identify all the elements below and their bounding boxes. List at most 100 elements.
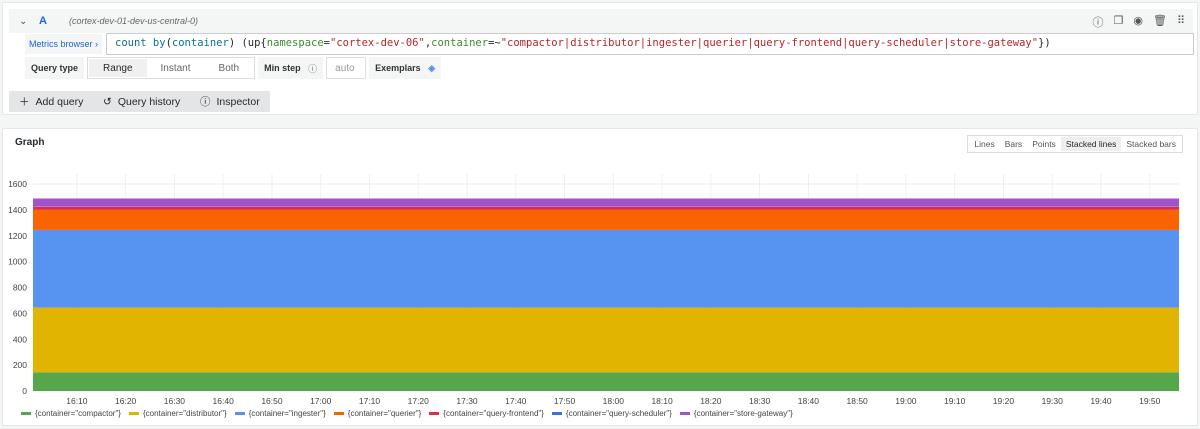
- x-tick-label: 17:30: [456, 396, 478, 406]
- chevron-down-icon[interactable]: ⌄: [19, 16, 31, 27]
- expr-fn: count by: [115, 37, 166, 49]
- legend-swatch: [128, 412, 139, 415]
- y-tick-label: 1000: [8, 257, 27, 267]
- legend-swatch: [551, 412, 562, 415]
- x-tick-label: 18:00: [603, 396, 625, 406]
- expr-paren: ): [228, 37, 236, 49]
- query-input[interactable]: count by(container) (up{namespace="corte…: [106, 33, 1194, 55]
- query-type-both[interactable]: Both: [205, 59, 254, 77]
- legend-item[interactable]: {container="ingester"}: [234, 409, 326, 418]
- legend-swatch: [21, 412, 31, 415]
- x-tick-label: 17:10: [359, 396, 381, 406]
- x-tick-label: 18:50: [847, 396, 869, 406]
- eye-icon[interactable]: ◈: [428, 63, 435, 74]
- legend-label: {container="distributor"}: [142, 409, 227, 418]
- legend-label: {container="query-frontend"}: [443, 409, 544, 418]
- legend-item[interactable]: {container="store-gateway"}: [679, 409, 793, 418]
- duplicate-icon[interactable]: ❐: [1113, 14, 1123, 30]
- legend-label: {container="compactor"}: [35, 409, 121, 418]
- y-tick-label: 1400: [8, 205, 27, 215]
- x-tick-label: 16:20: [115, 396, 137, 406]
- x-tick-label: 16:40: [213, 396, 235, 406]
- query-history-label: Query history: [117, 95, 181, 108]
- expr-label: namespace: [266, 37, 324, 49]
- expr-value: "compactor|distributor|ingester|querier|…: [500, 37, 1039, 49]
- expr-end: }): [1038, 37, 1051, 49]
- area-containerdistributor: [33, 307, 1179, 373]
- trash-icon[interactable]: 🗑: [1153, 14, 1167, 30]
- min-step-input[interactable]: auto: [326, 57, 367, 79]
- datasource-name: (cortex-dev-01-dev-us-central-0): [68, 16, 198, 26]
- area-containerquery-frontend: [33, 206, 1179, 210]
- query-name[interactable]: A: [39, 15, 47, 27]
- graph-panel: Graph Lines Bars Points Stacked lines St…: [2, 128, 1198, 426]
- legend-swatch: [234, 412, 245, 415]
- x-tick-label: 16:50: [261, 396, 283, 406]
- query-type-instant[interactable]: Instant: [147, 59, 205, 77]
- y-tick-label: 800: [13, 283, 27, 293]
- x-tick-label: 18:30: [749, 396, 771, 406]
- y-tick-label: 200: [13, 360, 27, 370]
- legend-label: {container="ingester"}: [248, 409, 326, 418]
- x-tick-label: 17:20: [408, 396, 430, 406]
- legend-item[interactable]: {container="query-frontend"}: [429, 409, 544, 418]
- query-type-selector: Range Instant Both: [87, 57, 256, 79]
- x-tick-label: 19:20: [993, 396, 1015, 406]
- y-tick-label: 1200: [8, 231, 27, 241]
- area-containercompactor: [33, 372, 1179, 391]
- legend-label: {container="query-scheduler"}: [565, 409, 672, 418]
- area-containerquery-scheduler: [33, 206, 1179, 207]
- x-tick-label: 17:00: [310, 396, 332, 406]
- query-history-button[interactable]: ↺ Query history: [93, 91, 191, 112]
- legend-item[interactable]: {container="distributor"}: [128, 409, 227, 418]
- expr-metric: (up{: [241, 37, 267, 49]
- x-tick-label: 19:40: [1090, 396, 1112, 406]
- info-icon[interactable]: ⓘ: [308, 62, 317, 75]
- legend-label: {container="store-gateway"}: [693, 409, 793, 418]
- y-tick-label: 1600: [8, 179, 27, 189]
- query-type-range[interactable]: Range: [89, 59, 147, 77]
- x-tick-label: 16:30: [164, 396, 186, 406]
- y-tick-label: 0: [22, 386, 27, 396]
- add-query-label: Add query: [35, 95, 84, 108]
- inspector-button[interactable]: ⓘ Inspector: [190, 91, 270, 112]
- metrics-browser-button[interactable]: Metrics browser ›: [25, 34, 102, 54]
- query-editor: ⌄ A (cortex-dev-01-dev-us-central-0) ⓘ ❐…: [2, 2, 1198, 115]
- inspector-label: Inspector: [216, 95, 260, 108]
- area-containeringester: [33, 229, 1179, 308]
- area-containerquerier: [33, 209, 1179, 230]
- x-tick-label: 18:10: [651, 396, 673, 406]
- expr-label: container: [431, 37, 489, 49]
- x-tick-label: 19:00: [895, 396, 917, 406]
- legend-item[interactable]: {container="query-scheduler"}: [551, 409, 672, 418]
- eye-icon[interactable]: ◉: [1133, 14, 1143, 30]
- min-step-text: Min step: [264, 63, 301, 73]
- x-tick-label: 16:10: [66, 396, 88, 406]
- expr-op: =~: [488, 37, 501, 49]
- legend-item[interactable]: {container="compactor"}: [21, 409, 121, 418]
- y-tick-label: 400: [13, 334, 27, 344]
- legend-item[interactable]: {container="querier"}: [333, 409, 421, 418]
- expr-arg: container: [171, 37, 229, 49]
- area-containerstore-gateway: [33, 198, 1179, 207]
- x-tick-label: 17:40: [505, 396, 527, 406]
- info-icon: ⓘ: [200, 96, 211, 108]
- x-tick-label: 19:50: [1139, 396, 1161, 406]
- legend-swatch: [333, 412, 344, 415]
- plus-icon: ＋: [19, 96, 30, 108]
- add-query-button[interactable]: ＋ Add query: [9, 91, 94, 112]
- x-tick-label: 19:30: [1042, 396, 1064, 406]
- y-tick-label: 600: [13, 308, 27, 318]
- x-tick-label: 18:20: [700, 396, 722, 406]
- x-tick-label: 18:40: [798, 396, 820, 406]
- drag-handle-icon[interactable]: ⠿: [1177, 14, 1185, 30]
- min-step-label: Min step ⓘ: [258, 57, 324, 79]
- exemplars-toggle[interactable]: Exemplars ◈: [369, 57, 442, 79]
- stacked-area-chart[interactable]: 0 200 400 600 800 1000 1200 1400 1600 16:10 16:20 1…: [3, 129, 1199, 409]
- expr-value: "cortex-dev-06": [330, 37, 425, 49]
- x-tick-label: 19:10: [944, 396, 966, 406]
- legend-swatch: [679, 412, 690, 415]
- x-tick-label: 17:50: [554, 396, 576, 406]
- help-icon[interactable]: ⓘ: [1092, 14, 1103, 30]
- exemplars-label: Exemplars: [375, 63, 421, 73]
